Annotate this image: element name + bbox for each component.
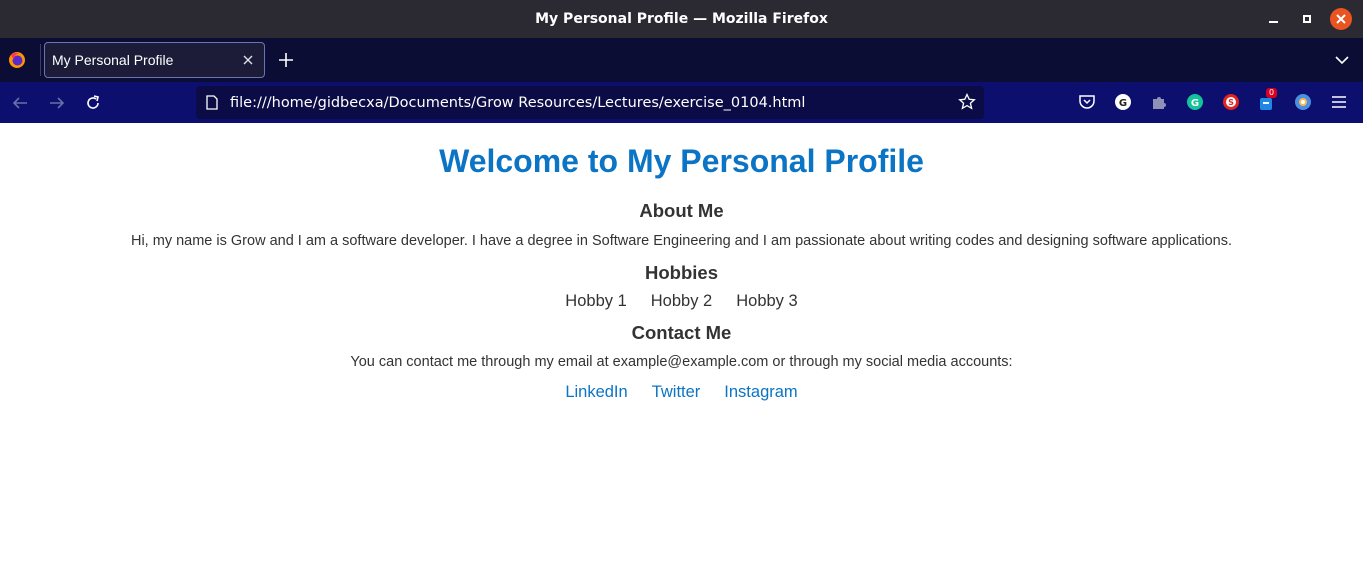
close-icon (1330, 8, 1352, 30)
extension-badge-button[interactable]: 0 (1258, 88, 1278, 111)
bookmark-star-icon[interactable] (958, 93, 976, 111)
contact-heading: Contact Me (631, 322, 732, 343)
contact-text: You can contact me through my email at e… (350, 354, 1013, 370)
about-text: Hi, my name is Grow and I am a software … (130, 233, 1233, 249)
window-title: My Personal Profile — Mozilla Firefox (535, 11, 828, 27)
hobbies-list: Hobby 1 Hobby 2 Hobby 3 (0, 292, 1363, 311)
forward-arrow-icon[interactable] (48, 94, 66, 112)
linkedin-link[interactable]: LinkedIn (565, 383, 627, 402)
extension-badge: 0 (1266, 88, 1278, 98)
about-heading: About Me (639, 200, 724, 221)
window-controls (1261, 7, 1353, 31)
svg-text:S: S (1228, 98, 1234, 107)
reload-icon[interactable] (84, 94, 102, 112)
instagram-link[interactable]: Instagram (724, 383, 797, 402)
extension-globe-icon[interactable] (1294, 93, 1312, 111)
extension-s-icon[interactable]: S (1222, 93, 1240, 111)
new-tab-icon[interactable] (278, 52, 294, 68)
close-window-button[interactable] (1329, 7, 1353, 31)
maximize-icon (1303, 15, 1311, 23)
list-all-tabs-icon[interactable] (1335, 54, 1349, 66)
page-content: Welcome to My Personal Profile About Me … (0, 123, 1363, 561)
hamburger-menu-icon[interactable] (1330, 93, 1348, 111)
minimize-button[interactable] (1261, 7, 1285, 31)
hobbies-heading: Hobbies (645, 262, 718, 283)
list-item: Hobby 3 (736, 292, 798, 310)
grammarly-g-icon[interactable]: G (1114, 93, 1132, 111)
navigation-toolbar: file:///home/gidbecxa/Documents/Grow Res… (0, 82, 1363, 123)
page-icon (206, 95, 218, 110)
grammarly-icon[interactable]: G (1186, 93, 1204, 111)
extensions-puzzle-icon[interactable] (1150, 93, 1168, 111)
tab-bar: My Personal Profile (0, 38, 1363, 82)
social-links: LinkedIn Twitter Instagram (0, 383, 1363, 402)
twitter-link[interactable]: Twitter (652, 383, 701, 402)
list-item: Hobby 2 (650, 292, 713, 310)
svg-text:G: G (1191, 98, 1199, 109)
page-title: Welcome to My Personal Profile (439, 143, 924, 179)
minimize-icon (1268, 21, 1278, 23)
address-bar[interactable]: file:///home/gidbecxa/Documents/Grow Res… (196, 86, 984, 119)
tab-separator (40, 44, 41, 76)
back-arrow-icon[interactable] (11, 94, 29, 112)
pocket-icon[interactable] (1078, 93, 1096, 111)
tab-label: My Personal Profile (52, 52, 174, 68)
maximize-button[interactable] (1295, 7, 1319, 31)
window-titlebar: My Personal Profile — Mozilla Firefox (0, 0, 1363, 38)
firefox-menu-icon[interactable] (8, 51, 26, 69)
tab-my-personal-profile[interactable]: My Personal Profile (44, 42, 265, 78)
close-tab-icon[interactable] (240, 52, 256, 68)
list-item: Hobby 1 (565, 292, 627, 310)
svg-text:G: G (1119, 98, 1127, 109)
url-text[interactable]: file:///home/gidbecxa/Documents/Grow Res… (230, 95, 805, 111)
